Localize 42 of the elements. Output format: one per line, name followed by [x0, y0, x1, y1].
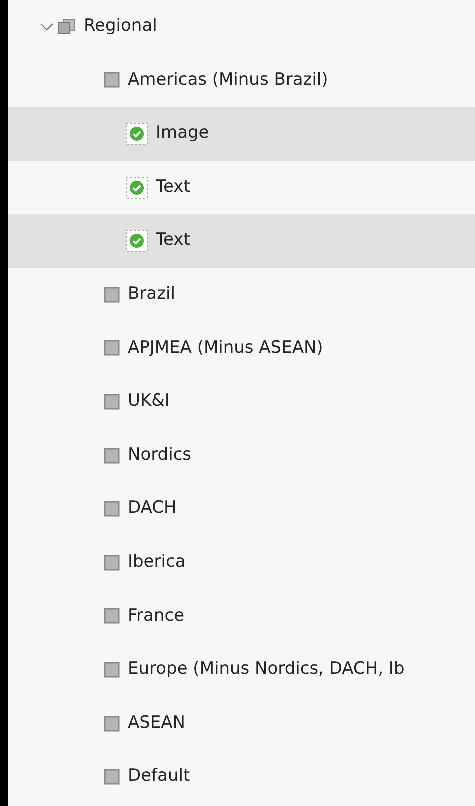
tree-item[interactable]: ASEAN [8, 696, 475, 750]
tree-item[interactable]: Default [8, 750, 475, 804]
tree-item[interactable]: Image [8, 107, 475, 161]
square-icon [104, 501, 120, 518]
tree-item-label: Iberica [128, 550, 186, 574]
tree-item[interactable]: Americas (Minus Brazil) [8, 54, 475, 108]
tree-item[interactable]: Text [8, 214, 475, 268]
square-icon [104, 286, 120, 303]
tree-item-label: France [128, 604, 185, 628]
square-icon [104, 448, 120, 464]
square-icon [104, 608, 120, 624]
tree-item-label: Nordics [128, 444, 192, 467]
tree-item-label: ASEAN [128, 712, 186, 735]
square-icon [104, 394, 120, 410]
tree-item[interactable]: DACH [8, 482, 475, 536]
tree-item[interactable]: Regional [8, 0, 475, 54]
tree-item[interactable]: Europe (Minus Nordics, DACH, Ib [8, 643, 475, 697]
tree-item-label: DACH [128, 497, 177, 520]
tree-item-label: Americas (Minus Brazil) [128, 68, 328, 92]
square-icon [104, 72, 120, 88]
tree-item[interactable]: Text [8, 160, 475, 214]
tree-item-label: Brazil [128, 283, 176, 306]
tree-item[interactable]: France [8, 590, 475, 644]
tree-item-label: Image [156, 122, 210, 146]
tree-item-label: Europe (Minus Nordics, DACH, Ib [128, 658, 405, 682]
tree-item-label: UK&I [128, 390, 170, 414]
square-icon [104, 662, 120, 678]
square-icon [104, 554, 120, 571]
tree-item[interactable]: Nordics [8, 428, 475, 482]
stacked-squares-icon [58, 18, 76, 35]
tree-item-label: Text [156, 229, 190, 252]
square-icon [104, 769, 120, 786]
square-icon [104, 340, 120, 356]
tree-item-label: Default [128, 765, 190, 788]
tree-item[interactable]: APJMEA (Minus ASEAN) [8, 322, 475, 376]
tree-item-label: Regional [84, 15, 158, 38]
tree-item[interactable]: UK&I [8, 375, 475, 429]
tree-item[interactable]: Brazil [8, 268, 475, 322]
square-icon [104, 716, 120, 732]
tree-item-label: APJMEA (Minus ASEAN) [128, 336, 324, 360]
tree-item-label: Text [156, 176, 190, 199]
tree-item[interactable]: Iberica [8, 536, 475, 590]
